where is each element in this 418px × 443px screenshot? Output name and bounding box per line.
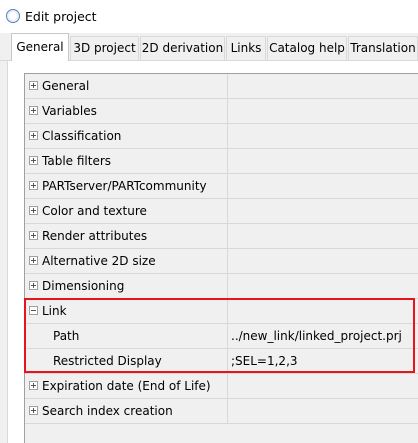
column-divider (227, 224, 228, 249)
tab-translation[interactable]: Translation (348, 36, 418, 60)
group-label: Variables (42, 104, 97, 118)
tab-general[interactable]: General (11, 33, 69, 61)
group-label: Alternative 2D size (42, 254, 156, 268)
expand-plus-icon[interactable] (29, 156, 38, 165)
column-divider (227, 124, 228, 149)
group-label: Expiration date (End of Life) (42, 379, 211, 393)
tab-2d-derivation[interactable]: 2D derivation (140, 36, 225, 60)
group-label: General (42, 79, 90, 93)
property-grid: General Variables Classification Table f… (24, 73, 418, 443)
group-row-table-filters[interactable]: Table filters (25, 149, 418, 174)
expand-plus-icon[interactable] (29, 381, 38, 390)
group-row-color-texture[interactable]: Color and texture (25, 199, 418, 224)
column-divider (227, 399, 228, 424)
column-divider (227, 299, 228, 324)
property-row-restricted-display[interactable]: Restricted Display ;SEL=1,2,3 (25, 349, 418, 374)
restricted-display-value-field[interactable]: ;SEL=1,2,3 (231, 354, 298, 369)
column-divider (227, 249, 228, 274)
group-row-general[interactable]: General (25, 74, 418, 99)
expand-plus-icon[interactable] (29, 106, 38, 115)
tab-3d-project[interactable]: 3D project (70, 36, 139, 60)
property-label: Path (53, 329, 80, 343)
column-divider (227, 324, 228, 349)
group-row-expiration-date[interactable]: Expiration date (End of Life) (25, 374, 418, 399)
column-divider (227, 349, 228, 374)
property-label: Restricted Display (53, 354, 162, 368)
tab-catalog-help[interactable]: Catalog help (267, 36, 347, 60)
group-label: Search index creation (42, 404, 173, 418)
collapse-minus-icon[interactable] (29, 306, 38, 315)
column-divider (227, 274, 228, 299)
group-row-dimensioning[interactable]: Dimensioning (25, 274, 418, 299)
tab-links[interactable]: Links (226, 36, 266, 60)
app-icon (6, 9, 20, 23)
column-divider (227, 174, 228, 199)
group-row-render-attributes[interactable]: Render attributes (25, 224, 418, 249)
path-value-field[interactable]: ../new_link/linked_project.prj (231, 329, 402, 344)
group-row-partserver[interactable]: PARTserver/PARTcommunity (25, 174, 418, 199)
column-divider (227, 74, 228, 99)
title-bar: Edit project (0, 0, 418, 33)
expand-plus-icon[interactable] (29, 131, 38, 140)
group-row-variables[interactable]: Variables (25, 99, 418, 124)
expand-plus-icon[interactable] (29, 231, 38, 240)
expand-plus-icon[interactable] (29, 256, 38, 265)
expand-plus-icon[interactable] (29, 181, 38, 190)
group-label: Table filters (42, 154, 112, 168)
group-label: Classification (42, 129, 122, 143)
expand-plus-icon[interactable] (29, 281, 38, 290)
expand-plus-icon[interactable] (29, 406, 38, 415)
group-label: Link (42, 304, 67, 318)
column-divider (227, 99, 228, 124)
group-label: PARTserver/PARTcommunity (42, 179, 207, 193)
expand-plus-icon[interactable] (29, 206, 38, 215)
column-divider (227, 374, 228, 399)
column-divider (227, 199, 228, 224)
property-row-path[interactable]: Path ../new_link/linked_project.prj (25, 324, 418, 349)
group-label: Render attributes (42, 229, 148, 243)
expand-plus-icon[interactable] (29, 81, 38, 90)
group-row-alternative-2d-size[interactable]: Alternative 2D size (25, 249, 418, 274)
group-row-search-index[interactable]: Search index creation (25, 399, 418, 424)
column-divider (227, 149, 228, 174)
group-row-link[interactable]: Link (25, 299, 418, 324)
group-label: Dimensioning (42, 279, 125, 293)
window-title: Edit project (25, 9, 97, 24)
group-row-classification[interactable]: Classification (25, 124, 418, 149)
group-label: Color and texture (42, 204, 147, 218)
